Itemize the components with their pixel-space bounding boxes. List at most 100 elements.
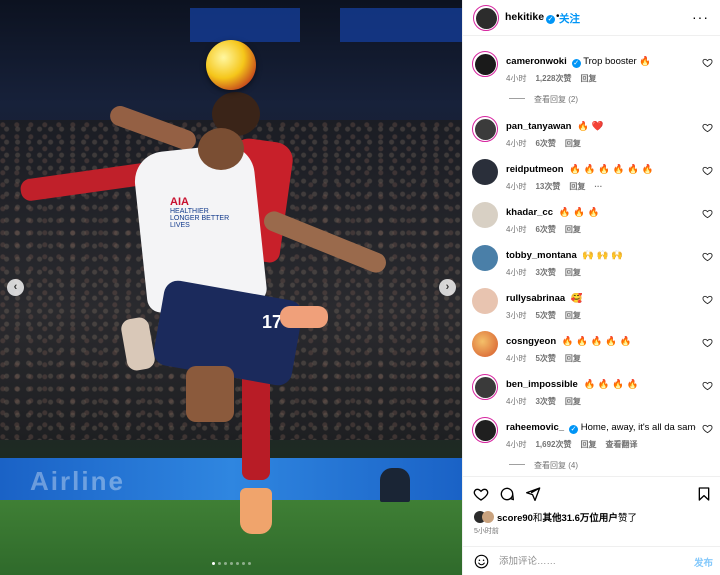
comment-user[interactable]: cameronwoki <box>506 56 567 67</box>
red-player-boot <box>240 488 272 534</box>
verified-badge-icon: ✓ <box>571 59 581 68</box>
avatar[interactable] <box>472 331 498 357</box>
comment-likes[interactable]: 6次赞 <box>535 225 555 234</box>
post-photo[interactable]: Airline AIA HEALTHIER LONGER BETTER LIVE… <box>0 0 462 575</box>
post-author-name[interactable]: hekitike <box>505 11 544 23</box>
comment-user[interactable]: ben_impossible <box>506 379 578 390</box>
bookmark-icon[interactable] <box>696 486 712 502</box>
avatar[interactable] <box>472 202 498 228</box>
more-options-icon[interactable]: ··· <box>692 9 709 25</box>
follow-button[interactable]: 关注 <box>559 11 580 26</box>
avatar[interactable] <box>472 374 498 400</box>
comment-likes[interactable]: 5次赞 <box>535 354 555 363</box>
comment-time[interactable]: 4小时 <box>506 397 526 406</box>
shirt-sponsor: AIA HEALTHIER LONGER BETTER LIVES <box>170 196 232 229</box>
comment-time[interactable]: 4小时 <box>506 354 526 363</box>
avatar[interactable] <box>472 245 498 271</box>
avatar[interactable] <box>472 51 498 77</box>
comment-time[interactable]: 4小时 <box>506 225 526 234</box>
comment-user[interactable]: pan_tanyawan <box>506 121 571 132</box>
comment-user[interactable]: reidputmeon <box>506 164 564 175</box>
post-comment-button[interactable]: 发布 <box>694 555 713 569</box>
view-replies-button[interactable]: 查看回复 (2) <box>509 94 578 105</box>
add-comment-bar: 发布 <box>463 546 720 575</box>
heart-icon[interactable] <box>702 57 713 68</box>
next-photo-button[interactable]: › <box>439 279 456 296</box>
likers-others[interactable]: 其他31.6万位用户 <box>542 513 618 524</box>
comment-likes[interactable]: 3次赞 <box>535 268 555 277</box>
avatar[interactable] <box>473 5 499 31</box>
see-translation-button[interactable]: 查看翻译 <box>605 440 637 449</box>
liker-user[interactable]: score90 <box>497 513 533 524</box>
comment-user[interactable]: khadar_cc <box>506 207 553 218</box>
white-player-leg <box>186 366 234 422</box>
steward-figure <box>380 468 410 502</box>
carousel-dots <box>0 562 462 565</box>
comment-user[interactable]: cosngyeon <box>506 336 556 347</box>
comment-time[interactable]: 4小时 <box>506 182 526 191</box>
reply-button[interactable]: 回复 <box>580 74 596 83</box>
likers-connector: 和 <box>532 513 543 524</box>
comment-time[interactable]: 3小时 <box>506 311 526 320</box>
post-side-panel: hekitike ✓ • 关注 ··· cameronwoki ✓ Trop boo… <box>462 0 720 575</box>
heart-icon[interactable] <box>702 380 713 391</box>
comment-likes[interactable]: 3次赞 <box>535 397 555 406</box>
heart-icon[interactable] <box>473 486 489 502</box>
chevron-right-icon: › <box>445 281 450 293</box>
comment-user[interactable]: tobby_montana <box>506 250 577 261</box>
comment-likes[interactable]: 5次赞 <box>535 311 555 320</box>
comment-time[interactable]: 4小时 <box>506 440 526 449</box>
post-author[interactable]: hekitike ✓ <box>505 11 556 24</box>
heart-icon[interactable] <box>702 294 713 305</box>
reply-button[interactable]: 回复 <box>565 397 581 406</box>
avatar[interactable] <box>472 159 498 185</box>
send-icon[interactable] <box>525 486 541 502</box>
chevron-left-icon: ‹ <box>13 281 18 293</box>
comment-user[interactable]: raheemovic_ <box>506 422 564 433</box>
carousel-dot <box>235 562 239 565</box>
reply-button[interactable]: 回复 <box>569 182 585 191</box>
comment-text: Home, away, it's all da same 🔥 <box>580 422 696 433</box>
comment-options-icon[interactable]: ··· <box>594 182 602 191</box>
reply-button[interactable]: 回复 <box>565 139 581 148</box>
comment-user[interactable]: rullysabrinaa <box>506 293 565 304</box>
avatar[interactable] <box>472 288 498 314</box>
stadium-roof-board <box>190 8 300 42</box>
comment-icon[interactable] <box>499 486 515 502</box>
likers-suffix: 赞了 <box>617 513 637 524</box>
avatar[interactable] <box>472 116 498 142</box>
comment-text: Trop booster 🔥 <box>583 56 652 67</box>
comment-time[interactable]: 4小时 <box>506 268 526 277</box>
comment-likes[interactable]: 1,692次赞 <box>535 440 571 449</box>
comment-likes[interactable]: 6次赞 <box>535 139 555 148</box>
comment-text: 🔥 ❤️ <box>577 121 604 132</box>
stadium-roof-board <box>340 8 462 42</box>
heart-icon[interactable] <box>702 165 713 176</box>
verified-badge-icon: ✓ <box>546 15 556 24</box>
comment-list[interactable]: cameronwoki ✓ Trop booster 🔥 4小时 1,228次赞 回复… <box>463 36 720 476</box>
comment-likes[interactable]: 1,228次赞 <box>535 74 571 83</box>
heart-icon[interactable] <box>702 337 713 348</box>
carousel-dot <box>241 562 245 565</box>
heart-icon[interactable] <box>702 122 713 133</box>
comment-time[interactable]: 4小时 <box>506 74 526 83</box>
comment-input[interactable] <box>499 552 679 570</box>
comment-time[interactable]: 4小时 <box>506 139 526 148</box>
heart-icon[interactable] <box>702 423 713 434</box>
avatar[interactable] <box>472 417 498 443</box>
reply-button[interactable]: 回复 <box>565 268 581 277</box>
reply-button[interactable]: 回复 <box>580 440 596 449</box>
comment-text: 🔥 🔥 🔥 🔥 <box>583 379 639 390</box>
comment-likes[interactable]: 13次赞 <box>535 182 560 191</box>
reply-button[interactable]: 回复 <box>565 354 581 363</box>
reply-button[interactable]: 回复 <box>565 311 581 320</box>
football <box>206 40 256 90</box>
emoji-icon[interactable] <box>474 554 489 569</box>
reply-button[interactable]: 回复 <box>565 225 581 234</box>
view-replies-button[interactable]: 查看回复 (4) <box>509 460 578 471</box>
heart-icon[interactable] <box>702 251 713 262</box>
likes-summary[interactable]: score90和其他31.6万位用户赞了 <box>474 510 637 524</box>
post-time[interactable]: 5小时前 <box>474 526 499 536</box>
heart-icon[interactable] <box>702 208 713 219</box>
prev-photo-button[interactable]: ‹ <box>7 279 24 296</box>
